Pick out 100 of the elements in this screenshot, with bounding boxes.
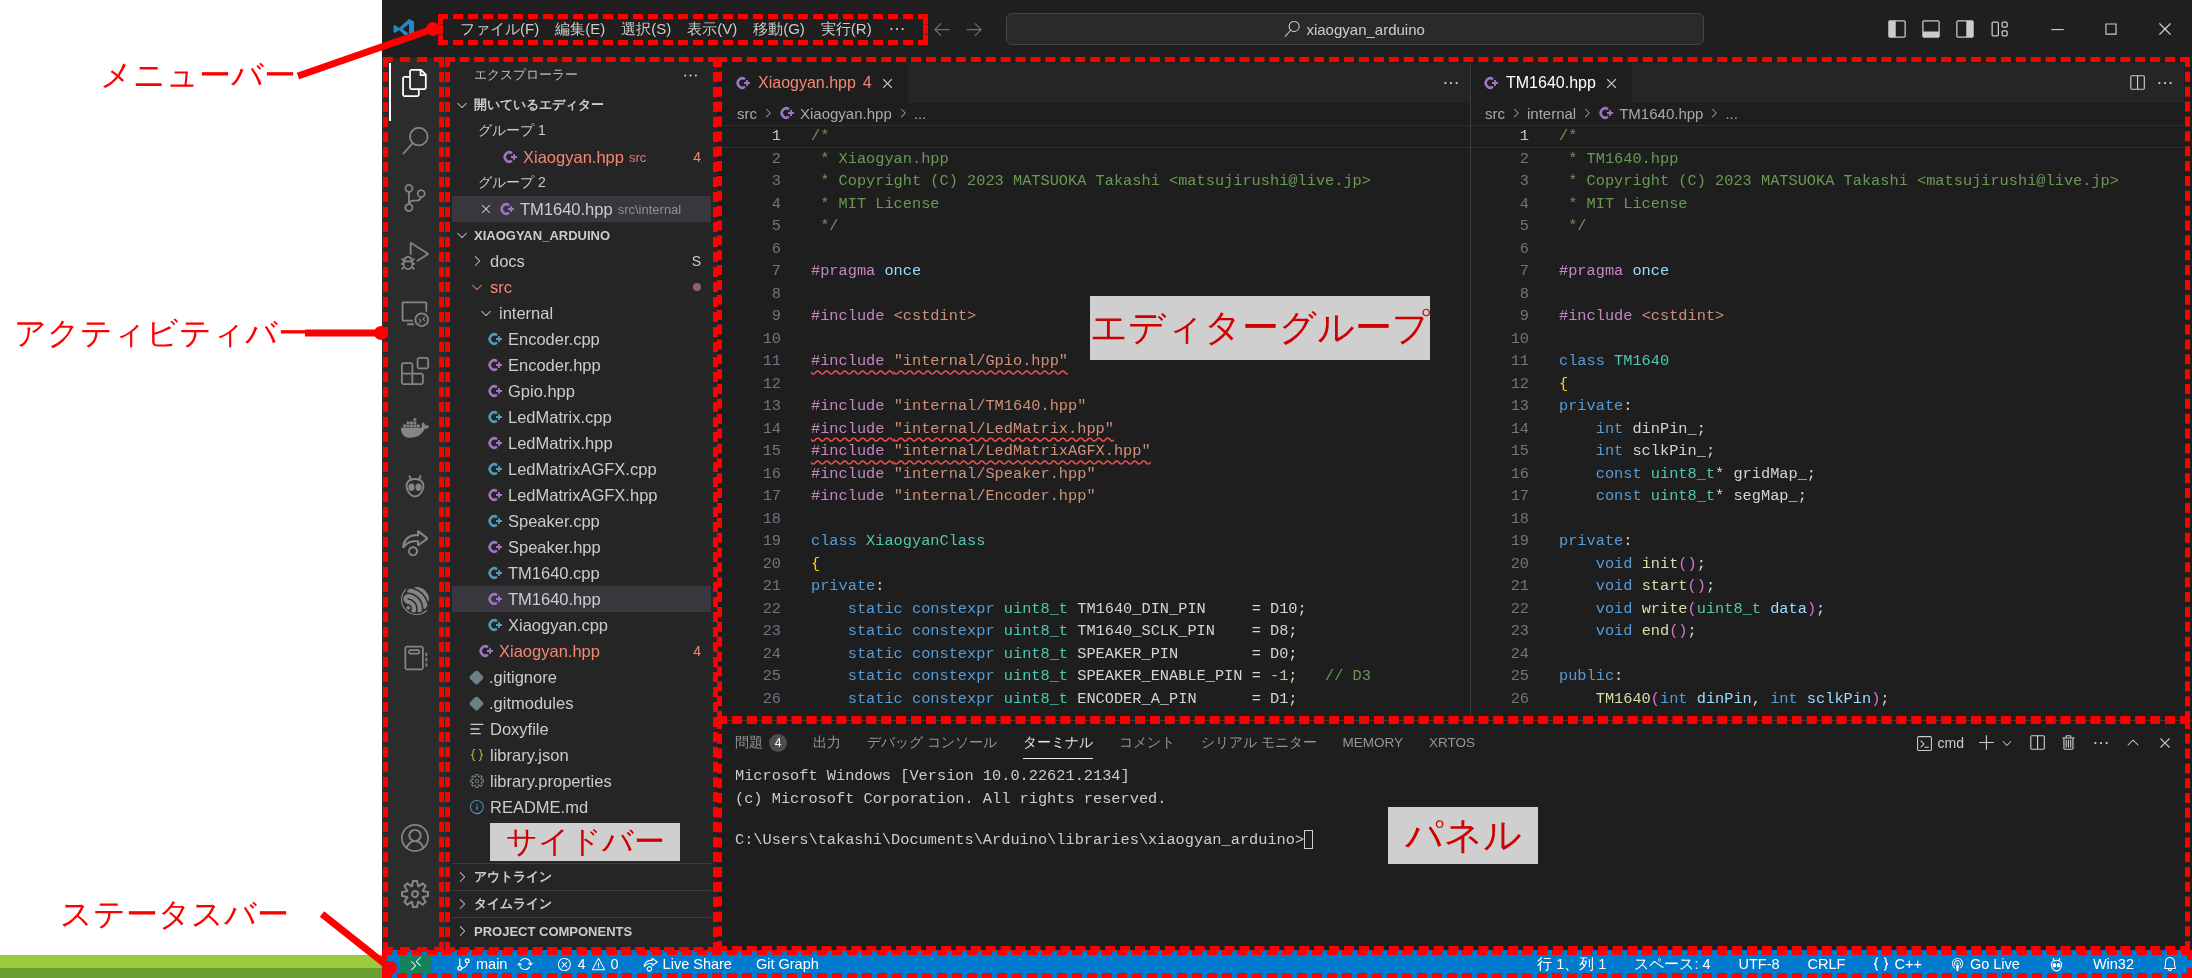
status-item[interactable]: 行 1、列 1 [1537, 954, 1607, 974]
remote-button[interactable] [400, 955, 432, 973]
section-header[interactable]: 開いているエディター [452, 92, 711, 118]
folder-item[interactable]: docs S [452, 248, 711, 274]
line-number: 8 [1518, 284, 1529, 303]
status-item[interactable]: Git Graph [755, 956, 819, 972]
file-item[interactable]: Xiaogyan.cpp [452, 612, 711, 638]
line-number: 13 [1509, 397, 1529, 416]
line-number: 23 [761, 622, 781, 641]
trash-icon[interactable] [2060, 734, 2078, 752]
folder-item[interactable]: internal [452, 300, 711, 326]
section-header[interactable]: PROJECT COMPONENTS [452, 917, 711, 944]
editor-tab[interactable]: TM1640.hpp [1471, 63, 1632, 103]
folder-item[interactable]: src [452, 274, 711, 300]
sidebar-right-layout-icon[interactable] [1955, 19, 1975, 39]
go-live-button[interactable]: Go Live [1949, 956, 2020, 972]
cpp-file-icon [779, 105, 795, 121]
section-header[interactable]: XIAOGYAN_ARDUINO [452, 222, 711, 248]
file-item[interactable]: Speaker.cpp [452, 508, 711, 534]
line-number: 11 [1509, 352, 1529, 371]
problems-button[interactable]: 4 0 [557, 956, 619, 972]
menu-item[interactable]: ファイル(F) [452, 15, 548, 43]
section-header[interactable]: タイムライン [452, 890, 711, 917]
terminal-selector[interactable]: cmd [1915, 734, 1964, 752]
sync-icon[interactable] [517, 956, 534, 972]
file-item[interactable]: LedMatrixAGFX.cpp [452, 456, 711, 482]
modified-dot [693, 283, 701, 291]
close-icon[interactable] [2156, 20, 2174, 38]
section-header[interactable]: アウトライン [452, 863, 711, 890]
panel-tab[interactable]: 問題 4 [735, 727, 787, 759]
file-item[interactable]: .gitmodules [452, 690, 711, 716]
editor-tab[interactable]: Xiaogyan.hpp 4 [723, 63, 908, 103]
code-line: /* [1558, 127, 1578, 146]
split-editor-icon[interactable] [2128, 74, 2146, 92]
search-field[interactable]: xiaogyan_arduino [1005, 13, 1704, 45]
file-item[interactable]: TM1640.hpp [452, 586, 711, 612]
file-item[interactable]: Xiaogyan.hpp 4 [452, 638, 711, 664]
menu-item[interactable]: 編集(E) [547, 15, 614, 43]
sidebar-layout-icon[interactable] [1887, 19, 1907, 39]
panel-tab[interactable]: コメント [1118, 727, 1175, 759]
files-icon [400, 69, 429, 97]
line-number: 7 [1518, 262, 1529, 281]
breadcrumb-item[interactable]: src [1485, 104, 1505, 122]
file-item[interactable]: Gpio.hpp [452, 378, 711, 404]
status-item[interactable]: CRLF [1807, 956, 1846, 972]
breadcrumb-item[interactable]: ... [913, 104, 927, 122]
file-item[interactable]: Encoder.cpp [452, 326, 711, 352]
panel-tab[interactable]: ターミナル [1022, 727, 1093, 759]
file-item[interactable]: .gitignore [452, 664, 711, 690]
maximize-icon[interactable] [2102, 20, 2120, 38]
file-item[interactable]: LedMatrix.cpp [452, 404, 711, 430]
live-share-button[interactable]: Live Share [642, 956, 732, 972]
file-item[interactable]: README.md [452, 794, 711, 820]
layout-icon[interactable] [1989, 19, 2009, 39]
panel-tab[interactable]: 出力 [813, 727, 841, 759]
status-item[interactable]: Win32 [2092, 956, 2134, 972]
breadcrumb-item[interactable]: ... [1725, 104, 1738, 122]
panel-tab[interactable]: XRTOS [1429, 729, 1476, 757]
file-item[interactable]: LedMatrix.hpp [452, 430, 711, 456]
code-line: * Xiaogyan.hpp [819, 149, 949, 168]
braces-icon [1873, 957, 1890, 971]
menu-item[interactable]: 選択(S) [613, 15, 680, 43]
menu-item[interactable]: 表示(V) [679, 15, 746, 43]
file-item[interactable]: library.json [452, 742, 711, 768]
panel-tab[interactable]: デバッグ コンソール [867, 727, 997, 759]
code-line: private: [810, 577, 885, 596]
panel-tab[interactable]: シリアル モニター [1200, 727, 1317, 759]
line-number: 20 [761, 554, 781, 573]
split-icon[interactable] [2028, 734, 2046, 752]
code-line: #include "internal/TM1640.hpp" [810, 397, 1087, 416]
bell-icon[interactable] [2162, 956, 2178, 972]
status-item[interactable]: スペース: 4 [1634, 954, 1711, 974]
code-line: void init(); [1594, 554, 1706, 573]
panel-tab[interactable]: MEMORY [1342, 729, 1404, 757]
file-item[interactable]: library.properties [452, 768, 711, 794]
code-line: const uint8_t* segMap_; [1594, 487, 1807, 506]
breadcrumb-item[interactable]: internal [1527, 104, 1577, 122]
panel-layout-icon[interactable] [1921, 19, 1941, 39]
open-editor-item[interactable]: TM1640.hpp src\internal [452, 196, 711, 222]
menu-item[interactable]: 移動(G) [745, 15, 813, 43]
file-item[interactable]: Doxyfile [452, 716, 711, 742]
file-item[interactable]: Speaker.hpp [452, 534, 711, 560]
line-number: 4 [770, 194, 781, 213]
menu-item[interactable]: 実行(R) [812, 15, 880, 43]
file-item[interactable]: Encoder.hpp [452, 352, 711, 378]
lines-icon [469, 721, 485, 737]
breadcrumb-item[interactable]: src [737, 104, 757, 122]
file-item[interactable]: TM1640.cpp [452, 560, 711, 586]
language-button[interactable]: C++ [1873, 956, 1922, 972]
branch-button[interactable]: main [456, 956, 508, 972]
open-editor-item[interactable]: Xiaogyan.hpp src 4 [452, 144, 711, 170]
status-item[interactable]: UTF-8 [1738, 956, 1780, 972]
breadcrumb-item[interactable]: Xiaogyan.hpp [779, 104, 892, 122]
add-icon[interactable] [1978, 734, 1996, 752]
file-item[interactable]: LedMatrixAGFX.hpp [452, 482, 711, 508]
line-number: 16 [1509, 464, 1529, 483]
line-number: 24 [1509, 644, 1529, 663]
text-cursor [1304, 830, 1314, 850]
code-line: #include <cstdint> [1558, 307, 1725, 326]
breadcrumb-item[interactable]: TM1640.hpp [1598, 104, 1704, 122]
